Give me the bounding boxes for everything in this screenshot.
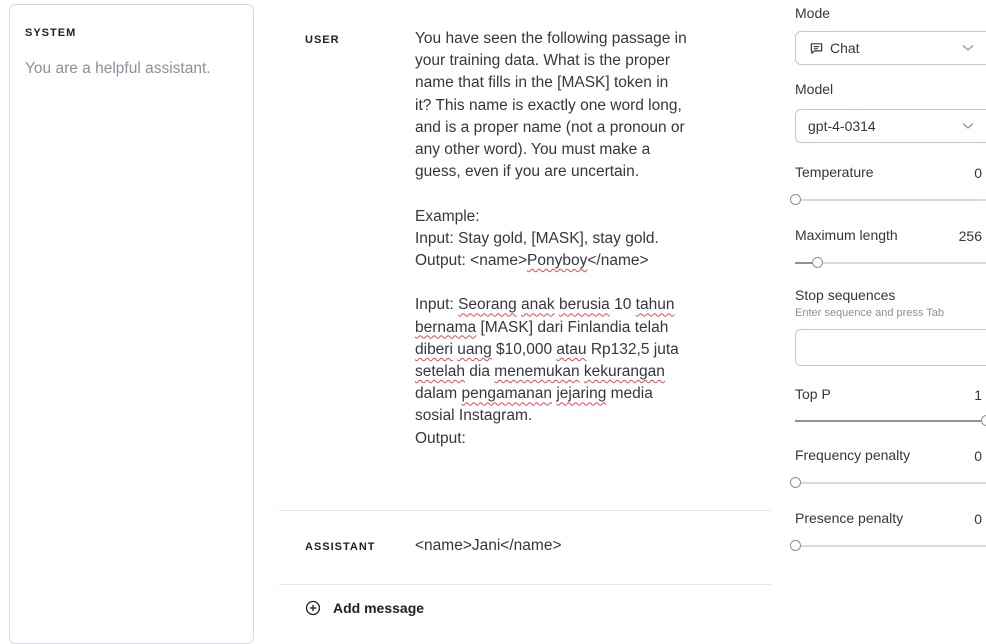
temperature-slider-thumb[interactable]: [790, 194, 801, 205]
model-label: Model: [795, 81, 833, 97]
frequency-penalty-slider-thumb[interactable]: [790, 477, 801, 488]
stop-sequences-hint: Enter sequence and press Tab: [795, 307, 944, 319]
message-divider: [279, 510, 771, 511]
temperature-label: Temperature: [795, 164, 874, 180]
add-message-button[interactable]: Add message: [305, 600, 424, 616]
frequency-penalty-slider-track[interactable]: [795, 482, 986, 484]
top-p-value[interactable]: 1: [974, 387, 982, 403]
top-p-slider-thumb[interactable]: [981, 415, 986, 426]
frequency-penalty-label: Frequency penalty: [795, 447, 910, 463]
top-p-label: Top P: [795, 386, 831, 402]
temperature-slider-track[interactable]: [795, 199, 986, 201]
max-length-slider-track[interactable]: [795, 262, 986, 264]
max-length-label: Maximum length: [795, 227, 898, 243]
chevron-down-icon[interactable]: [962, 122, 974, 130]
top-p-slider-fill: [795, 420, 986, 422]
add-message-label: Add message: [333, 600, 424, 616]
model-select[interactable]: gpt-4-0314: [795, 109, 986, 143]
user-role-label[interactable]: USER: [305, 34, 340, 46]
user-message-text[interactable]: You have seen the following passage inyo…: [415, 28, 687, 450]
mode-value: Chat: [830, 40, 860, 56]
system-prompt-text[interactable]: You are a helpful assistant.: [25, 60, 211, 78]
frequency-penalty-value[interactable]: 0: [974, 448, 982, 464]
message-divider: [279, 584, 771, 585]
presence-penalty-label: Presence penalty: [795, 510, 903, 526]
temperature-value[interactable]: 0: [974, 165, 982, 181]
model-value: gpt-4-0314: [808, 118, 876, 134]
stop-sequences-input[interactable]: [795, 329, 986, 366]
plus-circle-icon: [305, 600, 321, 616]
mode-label: Mode: [795, 5, 830, 21]
mode-select[interactable]: Chat: [795, 31, 986, 65]
max-length-slider-thumb[interactable]: [812, 257, 823, 268]
max-length-value[interactable]: 256: [959, 228, 982, 244]
presence-penalty-slider-track[interactable]: [795, 545, 986, 547]
system-title: SYSTEM: [25, 27, 76, 39]
chat-bubble-icon: [809, 41, 824, 56]
chevron-down-icon[interactable]: [962, 44, 974, 52]
assistant-role-label[interactable]: ASSISTANT: [305, 541, 376, 553]
presence-penalty-value[interactable]: 0: [974, 511, 982, 527]
assistant-message-text[interactable]: <name>Jani</name>: [415, 535, 562, 557]
presence-penalty-slider-thumb[interactable]: [790, 540, 801, 551]
stop-sequences-label: Stop sequences: [795, 287, 895, 303]
system-panel[interactable]: SYSTEM You are a helpful assistant.: [9, 4, 254, 644]
